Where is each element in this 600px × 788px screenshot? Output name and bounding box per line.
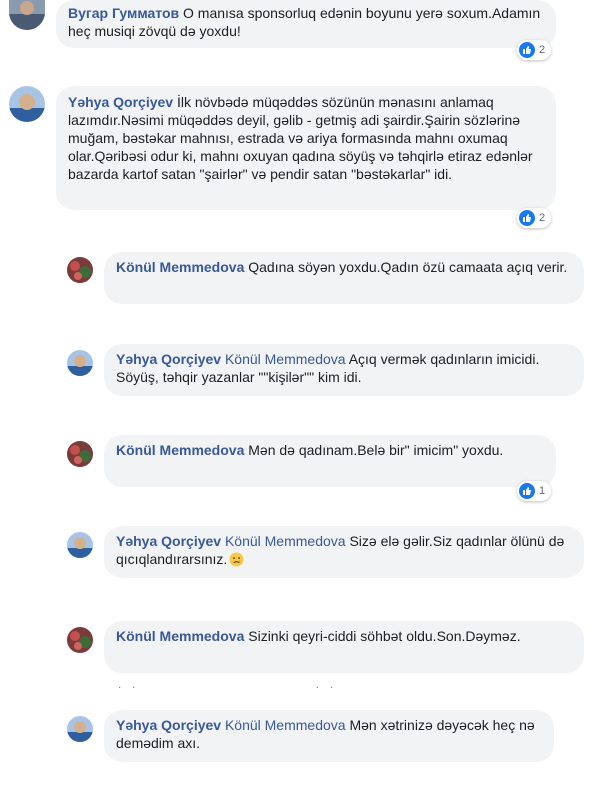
- comment-author[interactable]: Вугар Гумматов: [68, 5, 179, 21]
- like-icon: [519, 42, 535, 58]
- reply-bubble: Yəhya Qorçiyev Könül Memmedova Mən xətri…: [104, 710, 554, 762]
- avatar-yehya[interactable]: [67, 350, 93, 376]
- separator-dots: · · · ·: [118, 682, 338, 693]
- reply-author[interactable]: Könül Memmedova: [116, 442, 244, 458]
- reply-bubble: Könül Memmedova Mən də qadınam.Belə bir"…: [104, 435, 556, 487]
- reply-mention[interactable]: Könül Memmedova: [225, 351, 346, 367]
- avatar-konul[interactable]: [67, 257, 93, 283]
- avatar-image: [67, 716, 93, 742]
- reply-bubble: Könül Memmedova Sizinki qeyri-ciddi söhb…: [104, 621, 584, 673]
- comment-author[interactable]: Yəhya Qorçiyev: [68, 94, 173, 110]
- avatar-image: [67, 257, 93, 283]
- sad-face-emoji-icon: [229, 552, 244, 567]
- comment-bubble: Вугар Гумматов O manısa sponsorluq edəni…: [56, 0, 556, 48]
- reply-bubble: Könül Memmedova Qadına söyən yoxdu.Qadın…: [104, 252, 584, 304]
- avatar-image: [67, 350, 93, 376]
- avatar-vugar[interactable]: [9, 0, 45, 30]
- like-icon: [519, 483, 535, 499]
- avatar-image: [9, 86, 45, 122]
- reply-text: Qadına söyən yoxdu.Qadın özü camaata açı…: [248, 259, 568, 275]
- reply-author[interactable]: Yəhya Qorçiyev: [116, 533, 221, 549]
- reply-author[interactable]: Könül Memmedova: [116, 628, 244, 644]
- reply-author[interactable]: Könül Memmedova: [116, 259, 244, 275]
- reaction-number: 1: [539, 485, 546, 497]
- reply-bubble: Yəhya Qorçiyev Könül Memmedova Açıq verm…: [104, 344, 584, 396]
- reaction-count[interactable]: 2: [517, 40, 552, 60]
- avatar-yehya[interactable]: [67, 716, 93, 742]
- avatar-image: [67, 627, 93, 653]
- avatar-image: [67, 441, 93, 467]
- reaction-number: 2: [539, 44, 546, 56]
- comment-bubble: Yəhya Qorçiyev İlk növbədə müqəddəs sözü…: [56, 86, 556, 210]
- reply-author[interactable]: Yəhya Qorçiyev: [116, 717, 221, 733]
- avatar-image: [67, 532, 93, 558]
- avatar-image: [9, 0, 45, 30]
- avatar-konul[interactable]: [67, 441, 93, 467]
- reply-mention[interactable]: Könül Memmedova: [225, 717, 346, 733]
- avatar-konul[interactable]: [67, 627, 93, 653]
- reply-text: Mən də qadınam.Belə bir" imicim" yoxdu.: [248, 442, 504, 458]
- reaction-count[interactable]: 2: [517, 208, 552, 228]
- like-icon: [519, 210, 535, 226]
- reply-mention[interactable]: Könül Memmedova: [225, 533, 346, 549]
- reply-bubble: Yəhya Qorçiyev Könül Memmedova Sizə elə …: [104, 526, 584, 578]
- reply-text: Sizinki qeyri-ciddi söhbət oldu.Son.Dəym…: [248, 628, 521, 644]
- reaction-number: 2: [539, 212, 546, 224]
- reply-author[interactable]: Yəhya Qorçiyev: [116, 351, 221, 367]
- avatar-yehya[interactable]: [67, 532, 93, 558]
- avatar-yehya[interactable]: [9, 86, 45, 122]
- reaction-count[interactable]: 1: [517, 481, 552, 501]
